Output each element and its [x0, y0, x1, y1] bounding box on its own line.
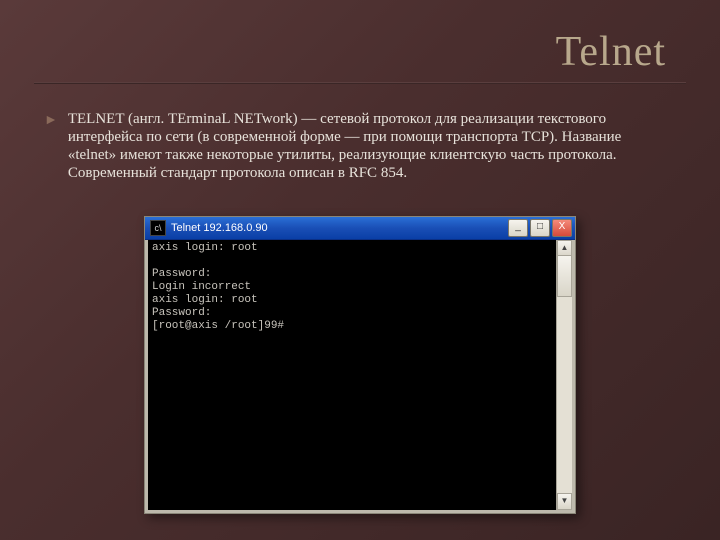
horizontal-rule	[34, 82, 686, 84]
terminal-output[interactable]: axis login: root Password: Login incorre…	[148, 240, 572, 510]
bullet-icon: ►	[44, 112, 58, 130]
slide-title: Telnet	[556, 28, 666, 76]
app-icon: c\	[150, 220, 166, 236]
embedded-terminal-window: c\ Telnet 192.168.0.90 _ □ X axis login:…	[144, 216, 576, 514]
window-title: Telnet 192.168.0.90	[171, 222, 508, 234]
window-titlebar: c\ Telnet 192.168.0.90 _ □ X	[145, 217, 575, 240]
maximize-button[interactable]: □	[530, 219, 550, 237]
window-controls: _ □ X	[508, 219, 572, 237]
body-text-block: ► TELNET (англ. TErminaL NETwork) — сете…	[44, 110, 670, 182]
scroll-thumb[interactable]	[557, 255, 572, 297]
close-button[interactable]: X	[552, 219, 572, 237]
scroll-down-button[interactable]: ▼	[557, 493, 572, 510]
vertical-scrollbar[interactable]: ▲ ▼	[556, 240, 572, 510]
minimize-button[interactable]: _	[508, 219, 528, 237]
description-paragraph: TELNET (англ. TErminaL NETwork) — сетево…	[68, 110, 670, 182]
